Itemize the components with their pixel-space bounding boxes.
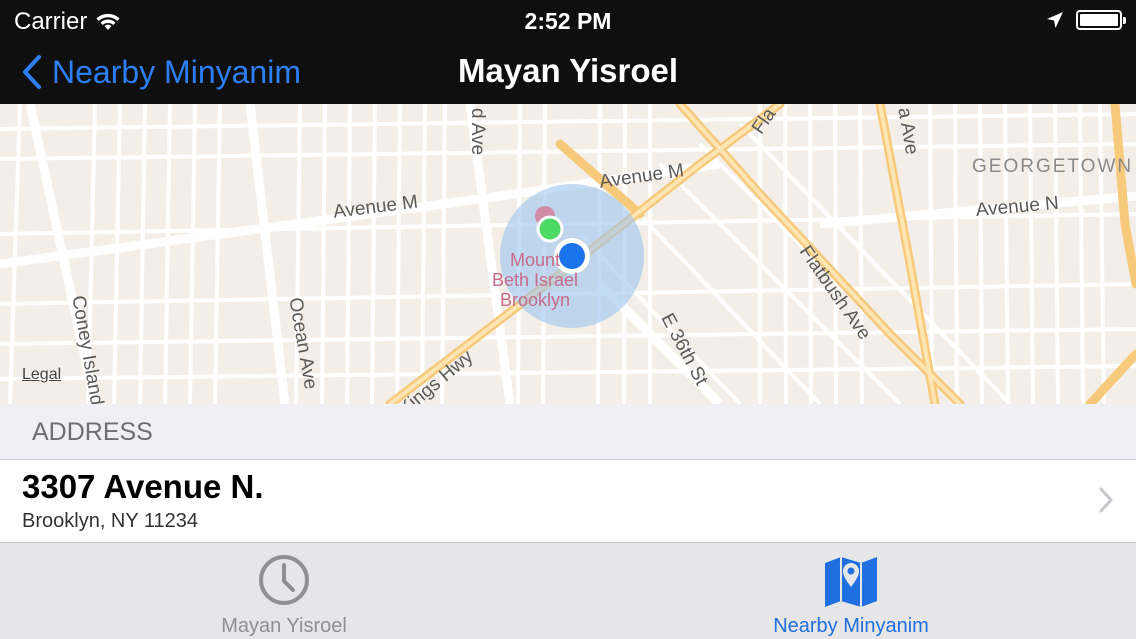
tab-mayan-yisroel[interactable]: Mayan Yisroel (134, 543, 434, 639)
clock-icon (259, 555, 309, 605)
address-line-2: Brooklyn, NY 11234 (22, 510, 199, 532)
address-line-1: 3307 Avenue N. (22, 468, 264, 505)
chevron-right-icon (1099, 487, 1113, 513)
legal-link[interactable]: Legal (22, 366, 61, 384)
status-bar: Carrier 2:52 PM (0, 0, 1136, 42)
poi-label[interactable]: Mount Beth Israel Brooklyn (480, 250, 590, 310)
battery-icon (1076, 10, 1126, 30)
poi-label-line: Beth Israel (491, 270, 579, 290)
navigation-bar: Nearby Minyanim Mayan Yisroel (0, 42, 1136, 104)
status-right-group (1046, 10, 1126, 30)
tab-label: Mayan Yisroel (221, 615, 347, 637)
page-title: Mayan Yisroel (457, 52, 679, 89)
address-section-header: ADDRESS (0, 404, 1136, 460)
green-pin-icon[interactable] (536, 215, 564, 243)
tab-bar: Mayan Yisroel Nearby Minyanim (0, 542, 1136, 639)
status-time: 2:52 PM (524, 8, 612, 34)
tab-nearby-minyanim[interactable]: Nearby Minyanim (701, 543, 1001, 639)
location-arrow-icon (1047, 12, 1063, 28)
street-label: d Ave (467, 108, 488, 156)
poi-label-line: Brooklyn (499, 290, 571, 310)
tab-label: Nearby Minyanim (773, 615, 929, 637)
address-cell[interactable]: 3307 Avenue N. Brooklyn, NY 11234 (0, 460, 1136, 542)
map-pin-icon (825, 557, 877, 607)
neighborhood-label: GEORGETOWN (972, 156, 1134, 177)
poi-label-line: Mount (509, 250, 561, 270)
map-view[interactable]: Avenue M Avenue M Avenue N Coney Island … (0, 104, 1136, 404)
